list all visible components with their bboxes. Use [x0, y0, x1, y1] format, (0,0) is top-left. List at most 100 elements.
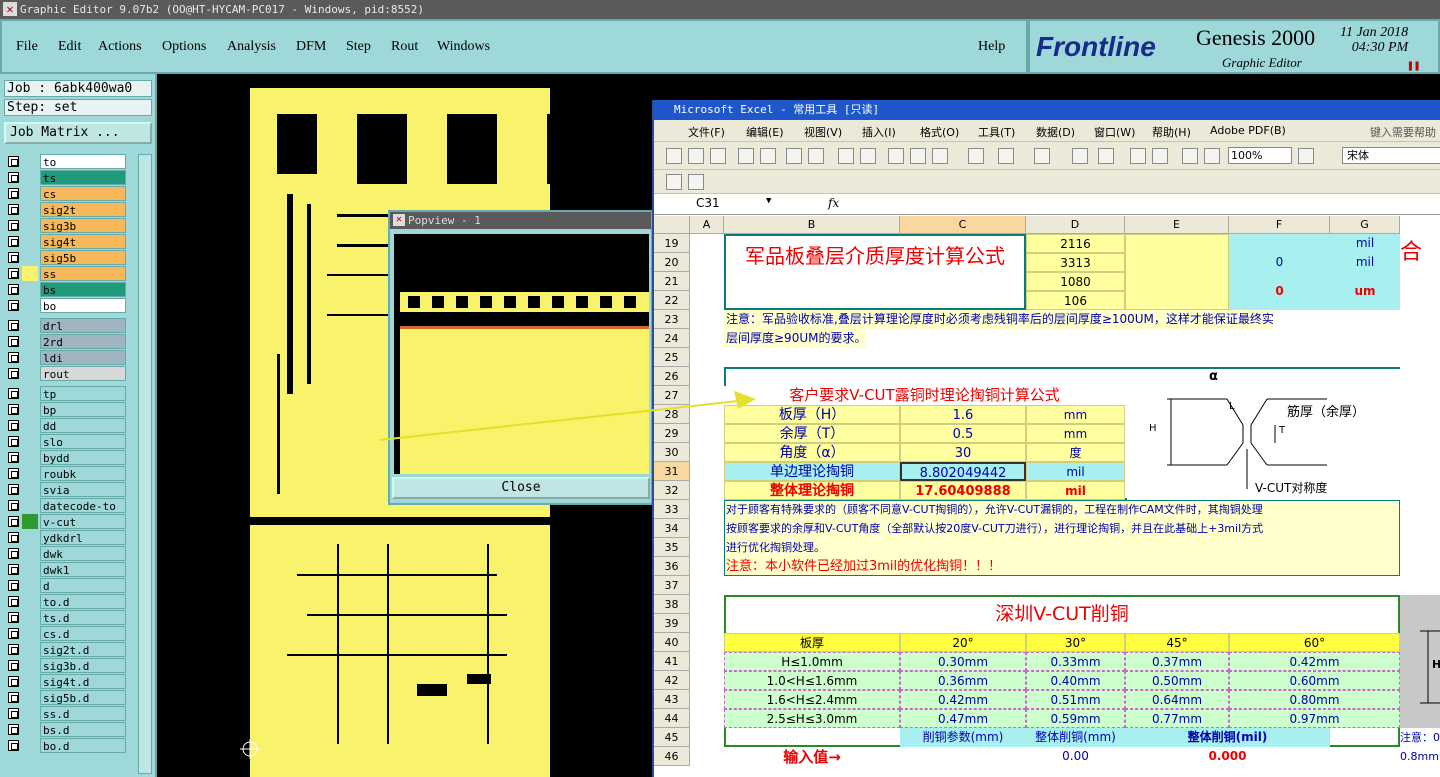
layer-checkbox[interactable] [8, 156, 19, 167]
layer-row[interactable]: sig2t [4, 202, 138, 217]
block1-f19[interactable] [1229, 234, 1330, 253]
block3-cell[interactable]: 0.80mm [1229, 690, 1400, 709]
layer-checkbox[interactable] [8, 268, 19, 279]
layer-checkbox[interactable] [8, 368, 19, 379]
block3-cell[interactable]: 0.42mm [900, 690, 1026, 709]
layer-row[interactable]: to.d [4, 594, 138, 609]
layer-row[interactable]: datecode-to [4, 498, 138, 513]
menu-step[interactable]: Step [346, 39, 371, 55]
column-header[interactable]: D [1026, 216, 1125, 234]
layer-name[interactable]: dd [40, 418, 126, 433]
permission-icon[interactable] [738, 148, 754, 164]
row-header[interactable]: 38 [654, 595, 690, 614]
help-icon[interactable] [1298, 148, 1314, 164]
layer-checkbox[interactable] [8, 740, 19, 751]
param-unit[interactable]: mm [1026, 424, 1125, 443]
layer-swatch[interactable] [22, 186, 38, 201]
block1-f22[interactable]: 0 [1229, 272, 1330, 310]
menu-options[interactable]: Options [162, 39, 206, 55]
row-header[interactable]: 33 [654, 500, 690, 519]
layer-row[interactable]: slo [4, 434, 138, 449]
column-header[interactable]: E [1125, 216, 1229, 234]
row-header[interactable]: 19 [654, 234, 690, 253]
layer-name[interactable]: bs.d [40, 722, 126, 737]
email-icon[interactable] [760, 148, 776, 164]
layer-checkbox[interactable] [8, 548, 19, 559]
row-header[interactable]: 40 [654, 633, 690, 652]
layer-row[interactable]: bs.d [4, 722, 138, 737]
row-header[interactable]: 37 [654, 576, 690, 595]
job-matrix-button[interactable]: Job Matrix ... [4, 122, 152, 144]
layer-name[interactable]: bo [40, 298, 126, 313]
block3-cell[interactable]: 0.37mm [1125, 652, 1229, 671]
layer-checkbox[interactable] [8, 484, 19, 495]
layer-checkbox[interactable] [8, 564, 19, 575]
menu-rout[interactable]: Rout [391, 39, 418, 55]
side-note-2[interactable]: 0.8mm，只能做单 [1400, 747, 1440, 766]
select-all-corner[interactable] [654, 216, 690, 234]
param-label[interactable]: 板厚（H） [724, 405, 900, 424]
layer-swatch[interactable] [22, 366, 38, 381]
layer-name[interactable]: sig3b.d [40, 658, 126, 673]
thickness-value[interactable]: 2116 [1026, 234, 1125, 253]
layer-scrollbar[interactable] [138, 154, 152, 774]
excel-menu-data[interactable]: 数据(D) [1036, 124, 1075, 140]
popview-x-icon[interactable]: ✕ [393, 214, 405, 226]
layer-row[interactable]: bydd [4, 450, 138, 465]
undo-icon[interactable] [998, 148, 1014, 164]
zoom-select[interactable]: 100% [1228, 147, 1292, 164]
param-result[interactable]: 0.00 [1026, 747, 1125, 766]
block3-cell[interactable]: 0.60mm [1229, 671, 1400, 690]
block3-cell[interactable]: 0.47mm [900, 709, 1026, 728]
layer-swatch[interactable] [22, 450, 38, 465]
thickness-value[interactable]: 106 [1026, 291, 1125, 310]
layer-swatch[interactable] [22, 154, 38, 169]
layer-checkbox[interactable] [8, 204, 19, 215]
layer-checkbox[interactable] [8, 708, 19, 719]
excel-menu-view[interactable]: 视图(V) [804, 124, 842, 140]
layer-name[interactable]: cs [40, 186, 126, 201]
row-header[interactable]: 27 [654, 386, 690, 405]
param-value[interactable]: 8.802049442 [900, 462, 1026, 481]
layer-name[interactable]: sig2t [40, 202, 126, 217]
layer-name[interactable]: v-cut [40, 514, 126, 529]
layer-checkbox[interactable] [8, 452, 19, 463]
name-box[interactable]: C31 [696, 196, 720, 210]
layer-swatch[interactable] [22, 402, 38, 417]
layer-swatch[interactable] [22, 674, 38, 689]
row-header[interactable]: 34 [654, 519, 690, 538]
row-header[interactable]: 26 [654, 367, 690, 386]
row-header[interactable]: 32 [654, 481, 690, 500]
layer-name[interactable]: sig5b [40, 250, 126, 265]
layer-name[interactable]: to [40, 154, 126, 169]
layer-checkbox[interactable] [8, 236, 19, 247]
layer-name[interactable]: datecode-to [40, 498, 126, 513]
app-x-icon[interactable]: ✕ [3, 2, 17, 16]
layer-checkbox[interactable] [8, 500, 19, 511]
layer-swatch[interactable] [22, 202, 38, 217]
param-header[interactable]: 整体削铜(mm) [1026, 728, 1125, 747]
param-header[interactable]: 整体削铜(mil) [1125, 728, 1330, 747]
block3-cell[interactable]: 0.97mm [1229, 709, 1400, 728]
autosum-icon[interactable] [1098, 148, 1114, 164]
note1[interactable]: 注意：军品验收标准,叠层计算理论厚度时必须考虑残铜率后的层间厚度≥100UM，这… [724, 310, 1274, 329]
layer-swatch[interactable] [22, 250, 38, 265]
layer-checkbox[interactable] [8, 300, 19, 311]
layer-checkbox[interactable] [8, 628, 19, 639]
layer-name[interactable]: tp [40, 386, 126, 401]
row-header[interactable]: 39 [654, 614, 690, 633]
param-label[interactable]: 余厚（T） [724, 424, 900, 443]
layer-row[interactable]: cs.d [4, 626, 138, 641]
block3-header[interactable]: 20° [900, 633, 1026, 652]
param-label[interactable]: 角度（α） [724, 443, 900, 462]
block3-cell[interactable]: 1.0<H≤1.6mm [724, 671, 900, 690]
layer-swatch[interactable] [22, 738, 38, 753]
layer-swatch[interactable] [22, 690, 38, 705]
param-value[interactable]: 1.6 [900, 405, 1026, 424]
layer-swatch[interactable] [22, 642, 38, 657]
row-header[interactable]: 46 [654, 747, 690, 766]
layer-checkbox[interactable] [8, 220, 19, 231]
column-header[interactable]: A [690, 216, 724, 234]
layer-swatch[interactable] [22, 282, 38, 297]
layer-row[interactable]: to [4, 154, 138, 169]
